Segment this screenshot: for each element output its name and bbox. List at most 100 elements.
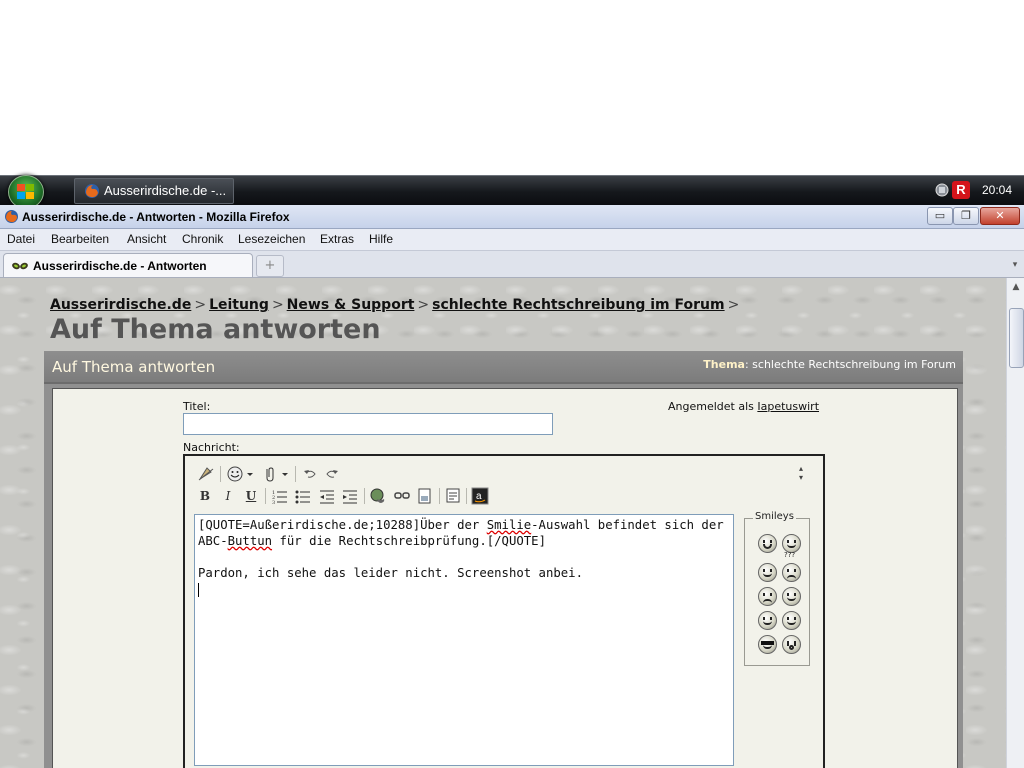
tab-list-chevron-icon[interactable]: ▾ [1008,255,1022,275]
system-tray: R 20:04 [934,176,1024,205]
topic-value: : schlechte Rechtschreibung im Forum [744,358,956,371]
insert-link-icon[interactable] [369,487,387,505]
message-textarea[interactable]: [QUOTE=Außerirdische.de;10288]Über der S… [194,514,734,766]
menu-extras[interactable]: Extras [320,232,354,246]
page-title: Auf Thema antworten [50,314,381,345]
smiley-content-icon[interactable] [758,611,777,630]
redo-icon[interactable] [323,465,341,483]
smileys-legend: Smileys [753,511,796,522]
clock[interactable]: 20:04 [982,183,1012,197]
outdent-icon[interactable] [318,487,336,505]
undo-icon[interactable] [301,465,319,483]
menu-lesezeichen[interactable]: Lesezeichen [238,232,305,246]
breadcrumb-separator: > [194,297,207,313]
toolbar-separator [466,488,467,504]
svg-text:3: 3 [272,500,275,505]
text-segment: [QUOTE=Außerirdische.de;10288]Über der [198,518,487,532]
smiley-wink-icon[interactable] [782,587,801,606]
text-segment: -Auswahl befindet sich der [531,518,724,532]
vertical-scrollbar[interactable]: ▲ [1006,278,1024,768]
breadcrumb: Ausserirdische.de > Leitung > News & Support… [50,297,742,313]
smiley-smile-icon[interactable] [758,563,777,582]
firefox-icon [5,210,18,223]
toolbar-separator [364,488,365,504]
breadcrumb-news-support[interactable]: News & Support [287,297,415,313]
title-label: Titel: [183,400,211,413]
toolbar-separator [220,466,221,482]
bold-button[interactable]: B [196,487,214,505]
svg-text:a: a [476,491,482,502]
panel-title: Auf Thema antworten [52,358,216,376]
minimize-button[interactable]: ▭ [927,207,953,225]
smiley-angry-icon[interactable] [758,587,777,606]
smiley-confused-label: ??? [784,551,796,559]
logged-in-prefix: Angemeldet als [668,400,754,413]
tab-bar: Ausserirdische.de - Antworten + ▾ [0,251,1024,278]
message-empty-line [198,549,730,565]
tab-active[interactable]: Ausserirdische.de - Antworten [3,253,253,277]
panel-header: Auf Thema antworten Thema: schlechte Rec… [44,351,963,384]
network-icon[interactable] [934,182,950,198]
breadcrumb-topic[interactable]: schlechte Rechtschreibung im Forum [432,297,724,313]
remove-link-icon[interactable] [393,487,411,505]
smiley-insert-icon[interactable] [226,465,244,483]
indent-icon[interactable] [341,487,359,505]
smiley-cool-icon[interactable] [758,635,777,654]
menu-chronik[interactable]: Chronik [182,232,223,246]
message-line: ABC-Buttun für die Rechtschreibprüfung.[… [198,533,730,549]
menu-bar: Datei Bearbeiten Ansicht Chronik Lesezei… [0,229,1024,251]
menu-bearbeiten[interactable]: Bearbeiten [51,232,109,246]
close-button[interactable]: ✕ [980,207,1020,225]
attachment-icon[interactable] [261,465,279,483]
ordered-list-icon[interactable]: 123 [271,487,289,505]
taskbar-firefox-button[interactable]: Ausserirdische.de -... [74,178,234,204]
window-titlebar: Ausserirdische.de - Antworten - Mozilla … [0,205,1024,229]
username-link[interactable]: Iapetuswirt [757,400,819,413]
logged-in-info: Angemeldet als Iapetuswirt [668,400,819,413]
topic-label: Thema [703,358,745,371]
smileys-panel: Smileys ??? [744,511,810,666]
firefox-icon [85,184,99,198]
smiley-surprised-icon[interactable] [782,635,801,654]
breadcrumb-leitung[interactable]: Leitung [209,297,269,313]
menu-datei[interactable]: Datei [7,232,35,246]
remove-format-icon[interactable] [197,465,215,483]
smiley-laugh-icon[interactable] [782,611,801,630]
underline-button[interactable]: U [242,487,260,505]
scrollbar-thumb[interactable] [1009,308,1024,368]
breadcrumb-separator: > [727,297,740,313]
page-content: Ausserirdische.de > Leitung > News & Support… [0,278,1006,768]
amazon-icon[interactable]: a [471,487,489,505]
antivirus-tray-icon[interactable]: R [952,181,970,199]
message-line: [QUOTE=Außerirdische.de;10288]Über der S… [198,517,730,533]
text-segment: ABC- [198,534,228,548]
windows-logo-icon [17,184,34,199]
unordered-list-icon[interactable] [294,487,312,505]
window-title: Ausserirdische.de - Antworten - Mozilla … [22,210,290,224]
maximize-button[interactable]: ❐ [953,207,979,225]
insert-image-icon[interactable] [416,487,434,505]
expand-toggle-icon[interactable]: ▴ ▾ [795,464,807,484]
scroll-up-icon[interactable]: ▲ [1007,278,1024,296]
tab-label: Ausserirdische.de - Antworten [33,259,207,273]
menu-ansicht[interactable]: Ansicht [127,232,166,246]
close-icon: ✕ [995,209,1005,222]
breadcrumb-separator: > [271,297,284,313]
italic-button[interactable]: I [219,487,237,505]
menu-hilfe[interactable]: Hilfe [369,232,393,246]
new-tab-button[interactable]: + [256,255,284,277]
breadcrumb-home[interactable]: Ausserirdische.de [50,297,191,313]
smiley-confused-icon[interactable] [782,563,801,582]
toolbar-separator [439,488,440,504]
toolbar-separator [295,466,296,482]
maximize-icon: ❐ [961,209,971,222]
title-input[interactable] [183,413,553,435]
smiley-grin-icon[interactable] [758,534,777,553]
message-editor: ▴ ▾ B I U 123 a [QUOTE=Außerirdische.de;1… [183,454,825,768]
desktop-blank-area [0,0,1024,175]
alien-favicon-icon [12,262,28,270]
quote-icon[interactable] [444,487,462,505]
start-button[interactable] [8,175,44,209]
message-line: Pardon, ich sehe das leider nicht. Scree… [198,566,583,580]
misspelled-word: Smilie [486,518,532,532]
